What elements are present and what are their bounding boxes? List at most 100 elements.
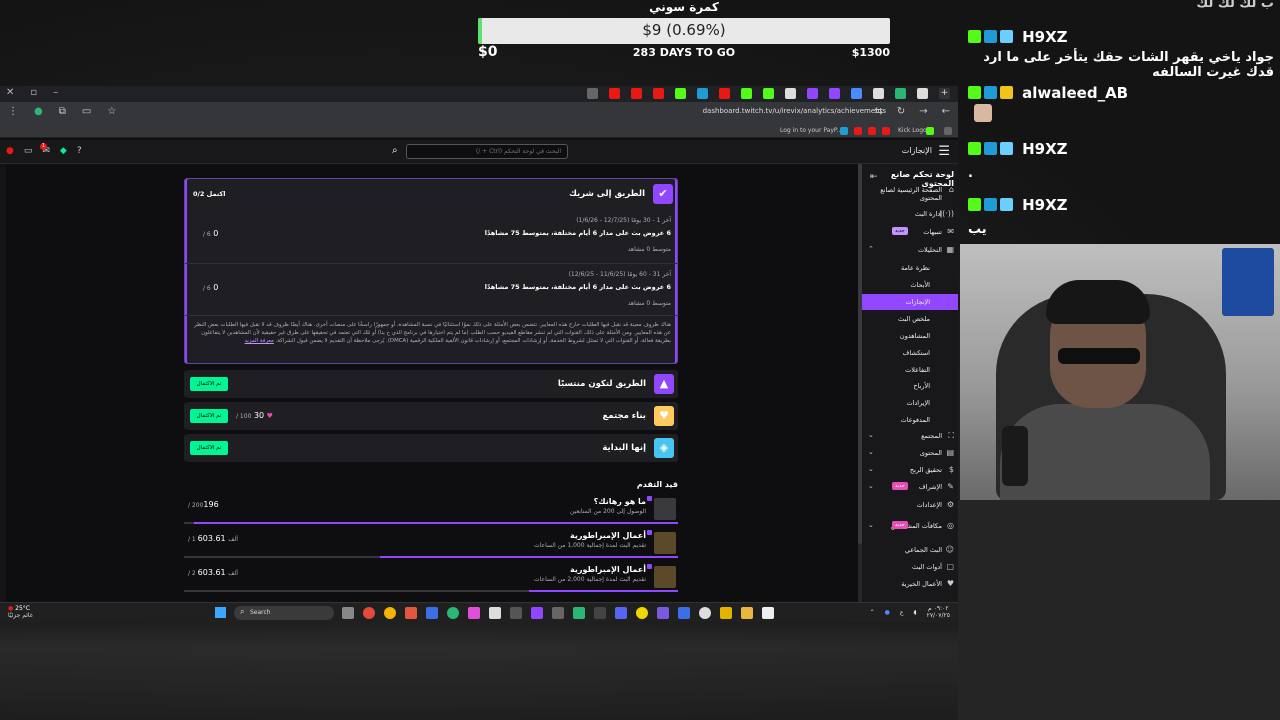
search-input[interactable] (406, 144, 568, 159)
sidebar-item[interactable]: ▢ أدوات البث (862, 559, 958, 575)
sidebar-item[interactable]: ◎ مكافآت المشاهدين ⌄ جديد (862, 518, 958, 534)
reload-icon[interactable]: ↻ (897, 106, 905, 117)
bookmark-icon[interactable] (840, 127, 848, 135)
app-icon[interactable] (636, 607, 648, 619)
sidebar-item[interactable]: الإنجازات (862, 294, 958, 310)
menu-dots-icon[interactable]: ⋮ (8, 106, 18, 117)
tab-twitch-icon[interactable] (807, 88, 818, 99)
windows-start-icon[interactable] (215, 607, 226, 618)
sidebar-item[interactable]: الإيرادات (862, 395, 958, 411)
tab-youtube-icon[interactable] (609, 88, 620, 99)
forward-icon[interactable]: → (919, 106, 927, 117)
clock[interactable]: ٠٩:٠٢ م ٢٧/٠٧/٢٥ (927, 605, 950, 619)
bookmark-youtube-icon[interactable] (854, 127, 862, 135)
obs-icon[interactable] (699, 607, 711, 619)
sidebar-item[interactable]: ▤ المحتوى ⌄ (862, 445, 958, 461)
tab-youtube-icon[interactable] (719, 88, 730, 99)
taskbar-search[interactable]: ⌕ Search (234, 606, 334, 620)
tab-kick-icon[interactable] (675, 88, 686, 99)
achievement-affiliate-card[interactable]: ▲ الطريق لتكون منتسبًا تم الاكتمال (184, 370, 678, 398)
task-view-icon[interactable] (342, 607, 354, 619)
app-icon[interactable] (573, 607, 585, 619)
profile-icon[interactable]: ● (34, 106, 43, 117)
bookmark-youtube-icon[interactable] (868, 127, 876, 135)
sidebar-item[interactable]: ✉ تنبيهات جديد (862, 224, 958, 240)
language-indicator[interactable]: ع (900, 609, 904, 616)
chevron-icon[interactable]: ⌃ (868, 245, 874, 253)
tab-youtube-icon[interactable] (631, 88, 642, 99)
twitch-logo-icon[interactable]: ● (6, 146, 14, 156)
app-icon[interactable] (552, 607, 564, 619)
all-bookmarks-icon[interactable] (944, 127, 952, 135)
sidebar-item[interactable]: التفاعلات (862, 362, 958, 378)
url-field[interactable]: dashboard.twitch.tv/u/irevix/analytics/a… (703, 107, 886, 115)
sidebar-item[interactable]: نظرة عامة (862, 260, 958, 276)
store-icon[interactable] (489, 607, 501, 619)
bookmark-youtube-icon[interactable] (882, 127, 890, 135)
weather-widget[interactable]: ● 25°C غائم جزئيًا (8, 605, 33, 619)
sidebar-item[interactable]: ▦ التحليلات ⌃ (862, 242, 958, 258)
bookmark-kick[interactable]: Kick Logo (898, 127, 927, 134)
whispers-icon[interactable]: ▭ (24, 146, 33, 156)
bookmark-kick-icon[interactable] (926, 127, 934, 135)
tab-site-icon[interactable] (851, 88, 862, 99)
chevron-icon[interactable]: ⌄ (868, 521, 874, 529)
bookmark-paypal[interactable]: Log in to your PayP... (780, 127, 842, 134)
tab-twitch-icon[interactable] (829, 88, 840, 99)
site-settings-icon[interactable]: ⇆ (874, 106, 882, 117)
learn-more-link[interactable]: معرفة المزيد (245, 338, 274, 344)
sidebar-item[interactable]: ⌂ الصفحة الرئيسية لصانع المحتوى (862, 182, 958, 202)
bits-icon[interactable]: ◆ (60, 146, 67, 156)
tab-kick-icon[interactable] (741, 88, 752, 99)
search-icon[interactable]: ⌕ (392, 145, 398, 156)
sidebar-item[interactable]: ☺ البث الجماعي (862, 542, 958, 558)
chrome-icon[interactable] (384, 607, 396, 619)
progress-item[interactable]: ما هو رهانك؟ الوصول إلى 200 من المتابعين… (184, 494, 678, 526)
tab-dropdown-icon[interactable] (587, 88, 598, 99)
tab-site-icon[interactable] (895, 88, 906, 99)
sidebar-item[interactable]: ⚙ الإعدادات (862, 497, 958, 513)
restore-icon[interactable]: ▫ (30, 87, 37, 98)
chevron-icon[interactable]: ⌄ (868, 431, 874, 439)
edge-icon[interactable] (447, 607, 459, 619)
brave-icon[interactable] (405, 607, 417, 619)
progress-item[interactable]: أعمال الإمبراطورية تقديم البث لمدة إجمال… (184, 562, 678, 594)
sidebar-item[interactable]: الأرباح (862, 378, 958, 394)
app-icon[interactable] (531, 607, 543, 619)
chevron-icon[interactable]: ⌄ (868, 465, 874, 473)
chevron-icon[interactable]: ⌄ (868, 448, 874, 456)
app-icon[interactable] (657, 607, 669, 619)
tab-site-icon[interactable] (785, 88, 796, 99)
scrollbar-thumb[interactable] (858, 164, 862, 544)
sidebar-item[interactable]: ♥ الأعمال الخيرية (862, 576, 958, 592)
tray-chevron-icon[interactable]: ⌃ (870, 609, 875, 616)
tab-site-icon[interactable] (917, 88, 928, 99)
app-icon[interactable] (426, 607, 438, 619)
sidebar-item[interactable]: استكشاف (862, 345, 958, 361)
discord-icon[interactable] (615, 607, 627, 619)
achievement-community-card[interactable]: ♥ بناء مجتمع / 100 30 ♥ تم الاكتمال (184, 402, 678, 430)
app-icon[interactable] (720, 607, 732, 619)
app-icon[interactable] (510, 607, 522, 619)
new-tab-icon[interactable]: + (939, 88, 950, 99)
file-explorer-icon[interactable] (741, 607, 753, 619)
help-icon[interactable]: ? (77, 146, 82, 156)
sidebar-item[interactable]: الأبحاث (862, 277, 958, 293)
tab-site-icon[interactable] (873, 88, 884, 99)
sidebar-item[interactable]: ⛶ المجتمع ⌄ (862, 428, 958, 444)
hamburger-menu-icon[interactable]: ☰ (938, 144, 950, 159)
tab-kick-icon[interactable] (763, 88, 774, 99)
app-icon[interactable] (678, 607, 690, 619)
app-icon[interactable] (594, 607, 606, 619)
tray-mic-icon[interactable]: ● (885, 609, 890, 616)
tab-youtube-icon[interactable] (653, 88, 664, 99)
sidebar-item[interactable]: ((·)) إدارة البث (862, 206, 958, 222)
sidebar-item[interactable]: ✎ الإشراف ⌄ جديد (862, 479, 958, 495)
sidebar-item[interactable]: $ تحقيق الربح ⌄ (862, 462, 958, 478)
back-icon[interactable]: ← (942, 106, 950, 117)
notepad-icon[interactable] (762, 607, 774, 619)
sidebar-item[interactable]: ملخص البث (862, 311, 958, 327)
minimize-icon[interactable]: – (53, 87, 58, 98)
app-icon[interactable] (468, 607, 480, 619)
close-icon[interactable]: ✕ (6, 87, 14, 98)
